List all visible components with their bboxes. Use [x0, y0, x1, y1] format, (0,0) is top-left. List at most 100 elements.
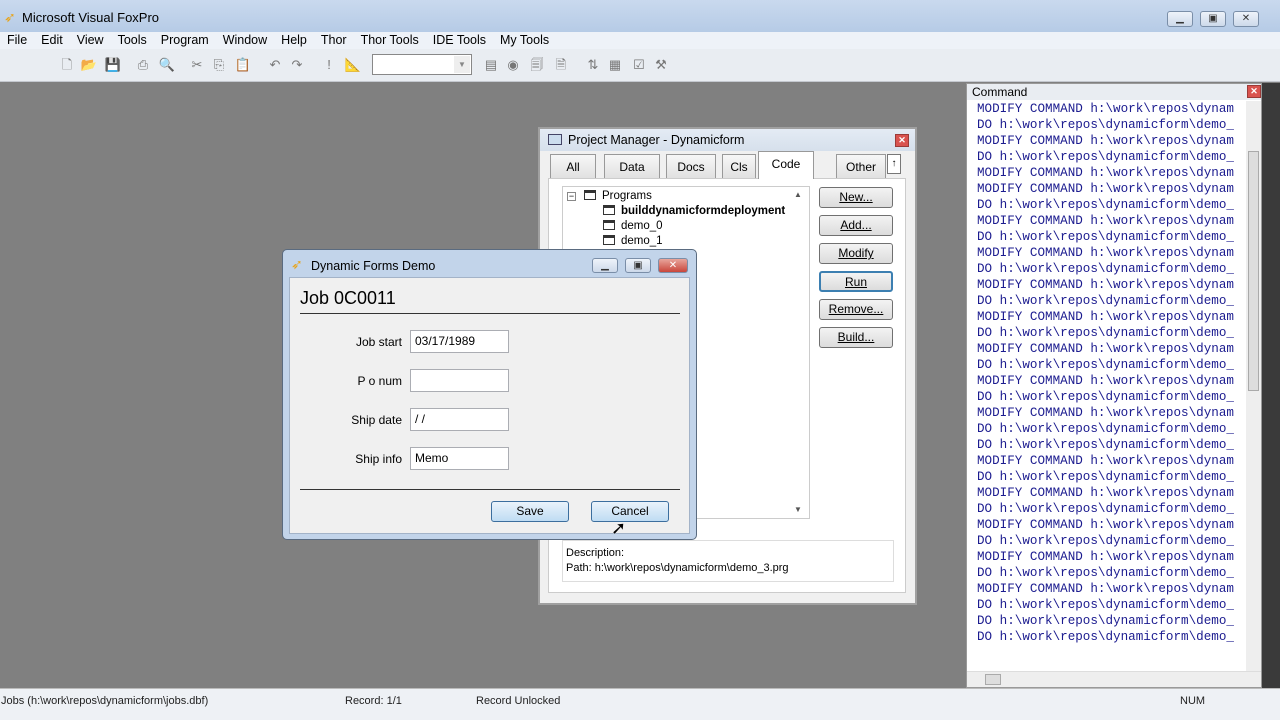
- properties-icon[interactable]: 🗐: [528, 56, 546, 74]
- ship-date-input[interactable]: / /: [410, 408, 509, 431]
- class-browser-icon[interactable]: ⇅: [584, 56, 602, 74]
- print-preview-icon[interactable]: 🔍: [158, 56, 176, 74]
- menu-thor[interactable]: Thor: [314, 32, 354, 49]
- run-icon[interactable]: !: [320, 56, 338, 74]
- save-icon[interactable]: 💾: [104, 56, 122, 74]
- command-line[interactable]: DO h:\work\repos\dynamicform\demo_: [977, 469, 1247, 485]
- command-vertical-scrollbar[interactable]: [1246, 101, 1261, 671]
- dialog-close-button[interactable]: ✕: [658, 258, 688, 273]
- copy-icon[interactable]: ⎘: [210, 56, 228, 74]
- command-line[interactable]: MODIFY COMMAND h:\work\repos\dynam: [977, 405, 1247, 421]
- menu-help[interactable]: Help: [274, 32, 314, 49]
- remove-button[interactable]: Remove...: [819, 299, 893, 320]
- maximize-button[interactable]: ▣: [1200, 11, 1226, 27]
- tree-node-programs[interactable]: − Programs: [567, 189, 652, 204]
- chevron-down-icon[interactable]: ▼: [454, 56, 470, 73]
- command-close-icon[interactable]: ✕: [1247, 85, 1261, 98]
- code-icon[interactable]: 🗎: [552, 56, 570, 74]
- tab-other[interactable]: Other: [836, 154, 886, 178]
- tree-item[interactable]: builddynamicformdeployment: [603, 204, 785, 219]
- command-line[interactable]: MODIFY COMMAND h:\work\repos\dynam: [977, 165, 1247, 181]
- toolbar-combo[interactable]: ▼: [372, 54, 472, 75]
- build-button[interactable]: Build...: [819, 327, 893, 348]
- p-o-num-input[interactable]: [410, 369, 509, 392]
- save-button[interactable]: Save: [491, 501, 569, 522]
- menu-tools[interactable]: Tools: [111, 32, 154, 49]
- object-browser-icon[interactable]: ▦: [606, 56, 624, 74]
- command-line[interactable]: MODIFY COMMAND h:\work\repos\dynam: [977, 453, 1247, 469]
- dialog-minimize-button[interactable]: ▁: [592, 258, 618, 273]
- menu-edit[interactable]: Edit: [34, 32, 70, 49]
- cancel-button[interactable]: Cancel: [591, 501, 669, 522]
- command-line[interactable]: DO h:\work\repos\dynamicform\demo_: [977, 421, 1247, 437]
- tab-docs[interactable]: Docs: [666, 154, 716, 178]
- menu-window[interactable]: Window: [216, 32, 274, 49]
- command-line[interactable]: DO h:\work\repos\dynamicform\demo_: [977, 533, 1247, 549]
- command-line[interactable]: DO h:\work\repos\dynamicform\demo_: [977, 629, 1247, 645]
- command-line[interactable]: DO h:\work\repos\dynamicform\demo_: [977, 389, 1247, 405]
- dialog-maximize-button[interactable]: ▣: [625, 258, 651, 273]
- modify-button[interactable]: Modify: [819, 243, 893, 264]
- command-window-icon[interactable]: ▤: [482, 56, 500, 74]
- command-line[interactable]: DO h:\work\repos\dynamicform\demo_: [977, 437, 1247, 453]
- command-line[interactable]: DO h:\work\repos\dynamicform\demo_: [977, 325, 1247, 341]
- tab-data[interactable]: Data: [604, 154, 660, 178]
- tab-all[interactable]: All: [550, 154, 596, 178]
- redo-icon[interactable]: ↷: [288, 56, 306, 74]
- command-line[interactable]: DO h:\work\repos\dynamicform\demo_: [977, 117, 1247, 133]
- collapse-arrow-icon[interactable]: ↑: [887, 154, 901, 174]
- menu-ide-tools[interactable]: IDE Tools: [426, 32, 493, 49]
- run-button[interactable]: Run: [819, 271, 893, 292]
- command-line[interactable]: MODIFY COMMAND h:\work\repos\dynam: [977, 309, 1247, 325]
- tab-cls[interactable]: Cls: [722, 154, 756, 178]
- scroll-up-icon[interactable]: ▲: [794, 190, 802, 199]
- print-icon[interactable]: ⎙: [134, 56, 152, 74]
- command-line[interactable]: DO h:\work\repos\dynamicform\demo_: [977, 501, 1247, 517]
- menu-file[interactable]: File: [0, 32, 34, 49]
- menu-thor-tools[interactable]: Thor Tools: [354, 32, 426, 49]
- command-line[interactable]: DO h:\work\repos\dynamicform\demo_: [977, 149, 1247, 165]
- command-history[interactable]: MODIFY COMMAND h:\work\repos\dynam DO h:\…: [977, 101, 1247, 661]
- command-line[interactable]: MODIFY COMMAND h:\work\repos\dynam: [977, 549, 1247, 565]
- new-button[interactable]: New...: [819, 187, 893, 208]
- task-list-icon[interactable]: ☑: [630, 56, 648, 74]
- modify-form-icon[interactable]: 📐: [344, 56, 362, 74]
- data-session-icon[interactable]: ◉: [504, 56, 522, 74]
- menu-my-tools[interactable]: My Tools: [493, 32, 556, 49]
- new-file-icon[interactable]: 🗋: [58, 56, 76, 74]
- command-line[interactable]: MODIFY COMMAND h:\work\repos\dynam: [977, 181, 1247, 197]
- tools-icon[interactable]: ⚒: [652, 56, 670, 74]
- command-line[interactable]: DO h:\work\repos\dynamicform\demo_: [977, 565, 1247, 581]
- command-line[interactable]: MODIFY COMMAND h:\work\repos\dynam: [977, 133, 1247, 149]
- undo-icon[interactable]: ↶: [266, 56, 284, 74]
- command-line[interactable]: DO h:\work\repos\dynamicform\demo_: [977, 229, 1247, 245]
- close-button[interactable]: ✕: [1233, 11, 1259, 27]
- ship-info-input[interactable]: Memo: [410, 447, 509, 470]
- command-line[interactable]: DO h:\work\repos\dynamicform\demo_: [977, 261, 1247, 277]
- command-line[interactable]: MODIFY COMMAND h:\work\repos\dynam: [977, 277, 1247, 293]
- command-line[interactable]: MODIFY COMMAND h:\work\repos\dynam: [977, 213, 1247, 229]
- command-line[interactable]: DO h:\work\repos\dynamicform\demo_: [977, 357, 1247, 373]
- add-button[interactable]: Add...: [819, 215, 893, 236]
- command-line[interactable]: MODIFY COMMAND h:\work\repos\dynam: [977, 101, 1247, 117]
- command-line[interactable]: DO h:\work\repos\dynamicform\demo_: [977, 293, 1247, 309]
- menu-program[interactable]: Program: [154, 32, 216, 49]
- menu-view[interactable]: View: [70, 32, 111, 49]
- tab-code[interactable]: Code: [758, 151, 814, 179]
- command-horizontal-scrollbar[interactable]: [967, 671, 1261, 687]
- command-line[interactable]: MODIFY COMMAND h:\work\repos\dynam: [977, 341, 1247, 357]
- minimize-button[interactable]: ▁: [1167, 11, 1193, 27]
- scroll-down-icon[interactable]: ▼: [794, 505, 802, 514]
- command-line[interactable]: MODIFY COMMAND h:\work\repos\dynam: [977, 373, 1247, 389]
- command-line[interactable]: DO h:\work\repos\dynamicform\demo_: [977, 613, 1247, 629]
- tree-item[interactable]: demo_1: [603, 234, 663, 249]
- open-icon[interactable]: 📂: [80, 56, 98, 74]
- tree-item[interactable]: demo_0: [603, 219, 663, 234]
- command-line[interactable]: MODIFY COMMAND h:\work\repos\dynam: [977, 245, 1247, 261]
- cut-icon[interactable]: ✂: [188, 56, 206, 74]
- command-line[interactable]: DO h:\work\repos\dynamicform\demo_: [977, 597, 1247, 613]
- job-start-input[interactable]: 03/17/1989: [410, 330, 509, 353]
- paste-icon[interactable]: 📋: [234, 56, 252, 74]
- collapse-icon[interactable]: −: [567, 192, 576, 201]
- command-line[interactable]: MODIFY COMMAND h:\work\repos\dynam: [977, 485, 1247, 501]
